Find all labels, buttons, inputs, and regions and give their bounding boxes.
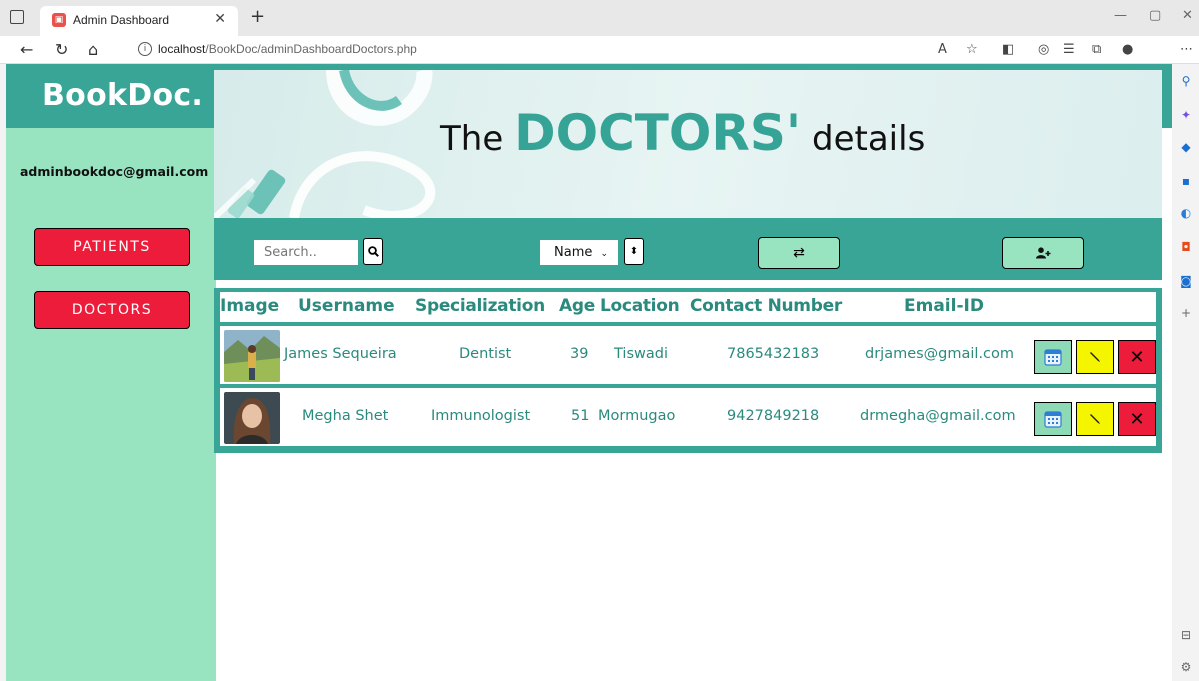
brand-logo[interactable]: BookDoc. xyxy=(42,78,203,113)
cell-specialization: Immunologist xyxy=(431,408,531,424)
address-bar: ← ↻ ⌂ i localhost/BookDoc/adminDashboard… xyxy=(0,36,1199,64)
banner-suffix: details xyxy=(812,119,926,159)
read-aloud-icon[interactable]: A xyxy=(938,42,947,57)
column-header-contact: Contact Number xyxy=(690,296,842,316)
people-icon[interactable]: ◐ xyxy=(1179,206,1193,220)
collections-icon[interactable]: ⧉ xyxy=(1092,42,1101,57)
cell-age: 51 xyxy=(571,408,590,424)
schedule-button[interactable] xyxy=(1034,340,1072,374)
tab-close-icon[interactable]: ✕ xyxy=(214,11,226,27)
back-icon[interactable]: ← xyxy=(20,40,33,59)
favorites-icon[interactable]: ☰ xyxy=(1063,42,1075,57)
sort-select[interactable]: Name ⌄ xyxy=(540,240,618,265)
edit-button[interactable] xyxy=(1076,340,1114,374)
table-row: Megha Shet Immunologist 51 Mormugao 9427… xyxy=(220,388,1156,446)
search-icon[interactable]: ⚲ xyxy=(1179,74,1193,88)
table-header-row: Image Username Specialization Age Locati… xyxy=(220,292,1156,322)
banner-prefix: The xyxy=(440,119,504,159)
sort-direction-button[interactable]: ⬍ xyxy=(624,238,644,265)
cell-age: 39 xyxy=(570,346,589,362)
calendar-icon xyxy=(1044,349,1062,366)
close-icon: ✕ xyxy=(1129,408,1145,430)
delete-button[interactable]: ✕ xyxy=(1118,402,1156,436)
column-header-age: Age xyxy=(559,296,595,316)
sidebar-item-patients[interactable]: PATIENTS xyxy=(34,228,190,266)
sort-arrows-icon: ⬍ xyxy=(629,246,639,257)
doctors-table: Image Username Specialization Age Locati… xyxy=(214,288,1162,453)
cell-location: Tiswadi xyxy=(614,346,668,362)
window-close-icon[interactable]: ✕ xyxy=(1182,8,1193,23)
tools-icon[interactable]: ▪ xyxy=(1179,174,1193,188)
copilot-icon[interactable]: ◎ xyxy=(1038,42,1049,57)
table-row: James Sequeira Dentist 39 Tiswadi 786543… xyxy=(220,326,1156,384)
url-field[interactable]: localhost/BookDoc/adminDashboardDoctors.… xyxy=(158,42,417,56)
column-header-specialization: Specialization xyxy=(415,296,545,316)
browser-sidebar: ⚲ ✦ ◆ ▪ ◐ ◘ ◙ + ⊟ ⚙ xyxy=(1172,64,1199,681)
cell-email: drmegha@gmail.com xyxy=(860,408,1016,424)
cell-specialization: Dentist xyxy=(459,346,512,362)
extension-icon[interactable]: ◧ xyxy=(1002,42,1014,57)
hide-sidebar-icon[interactable]: ⊟ xyxy=(1179,628,1193,642)
chevron-down-icon: ⌄ xyxy=(600,249,609,259)
copilot-sidebar-icon[interactable]: ✦ xyxy=(1179,108,1193,122)
add-doctor-button[interactable] xyxy=(1002,237,1084,269)
doctor-photo xyxy=(224,392,280,444)
add-user-icon xyxy=(1036,247,1051,259)
sidebar: adminbookdoc@gmail.com PATIENTS DOCTORS xyxy=(6,128,216,681)
admin-email: adminbookdoc@gmail.com xyxy=(20,164,209,179)
banner-title: The DOCTORS' details xyxy=(440,104,925,162)
browser-tab[interactable]: ▣ Admin Dashboard ✕ xyxy=(40,6,238,36)
doctors-banner: The DOCTORS' details xyxy=(214,70,1162,218)
url-path: /BookDoc/adminDashboardDoctors.php xyxy=(205,42,417,56)
tab-actions-icon[interactable] xyxy=(10,10,24,24)
more-icon[interactable]: ⋯ xyxy=(1180,42,1193,57)
office-icon[interactable]: ◘ xyxy=(1179,240,1193,254)
new-tab-icon[interactable]: + xyxy=(250,6,265,27)
calendar-icon xyxy=(1044,411,1062,428)
outlook-icon[interactable]: ◙ xyxy=(1179,274,1193,288)
schedule-button[interactable] xyxy=(1034,402,1072,436)
pencil-icon xyxy=(1090,352,1100,362)
site-info-icon[interactable]: i xyxy=(138,42,152,56)
settings-icon[interactable]: ⚙ xyxy=(1179,660,1193,674)
add-sidebar-icon[interactable]: + xyxy=(1179,306,1193,320)
profile-icon[interactable]: ● xyxy=(1122,42,1133,57)
cell-email: drjames@gmail.com xyxy=(865,346,1015,362)
minimize-icon[interactable]: — xyxy=(1114,8,1127,23)
column-header-username: Username xyxy=(298,296,395,316)
close-icon: ✕ xyxy=(1129,346,1145,368)
banner-highlight: DOCTORS' xyxy=(514,104,802,162)
table-toolbar: Name ⌄ ⬍ ⇄ xyxy=(214,218,1162,280)
edit-button[interactable] xyxy=(1076,402,1114,436)
sidebar-item-doctors[interactable]: DOCTORS xyxy=(34,291,190,329)
favicon-icon: ▣ xyxy=(52,13,66,27)
delete-button[interactable]: ✕ xyxy=(1118,340,1156,374)
url-host: localhost xyxy=(158,42,206,56)
column-header-email: Email-ID xyxy=(904,296,984,316)
swap-view-button[interactable]: ⇄ xyxy=(758,237,840,269)
column-header-image: Image xyxy=(220,296,280,316)
cell-location: Mormugao xyxy=(598,408,676,424)
search-input[interactable] xyxy=(254,240,358,265)
search-button[interactable] xyxy=(363,238,383,265)
cell-username: Megha Shet xyxy=(302,408,389,424)
sort-selected-value: Name xyxy=(554,245,593,260)
restore-icon[interactable]: ▢ xyxy=(1149,8,1161,23)
cell-contact: 9427849218 xyxy=(727,408,820,424)
cell-username: James Sequeira xyxy=(284,346,397,362)
shopping-icon[interactable]: ◆ xyxy=(1179,140,1193,154)
favorite-star-icon[interactable]: ☆ xyxy=(966,42,978,57)
column-header-location: Location xyxy=(600,296,680,316)
search-icon xyxy=(367,246,379,257)
refresh-icon[interactable]: ↻ xyxy=(55,40,68,59)
doctor-photo xyxy=(224,330,280,382)
cell-contact: 7865432183 xyxy=(727,346,820,362)
pencil-icon xyxy=(1090,414,1100,424)
home-icon[interactable]: ⌂ xyxy=(88,40,98,59)
swap-icon: ⇄ xyxy=(793,245,805,261)
browser-tabbar: ▣ Admin Dashboard ✕ + — ▢ ✕ xyxy=(0,0,1199,36)
tab-title: Admin Dashboard xyxy=(73,13,170,27)
